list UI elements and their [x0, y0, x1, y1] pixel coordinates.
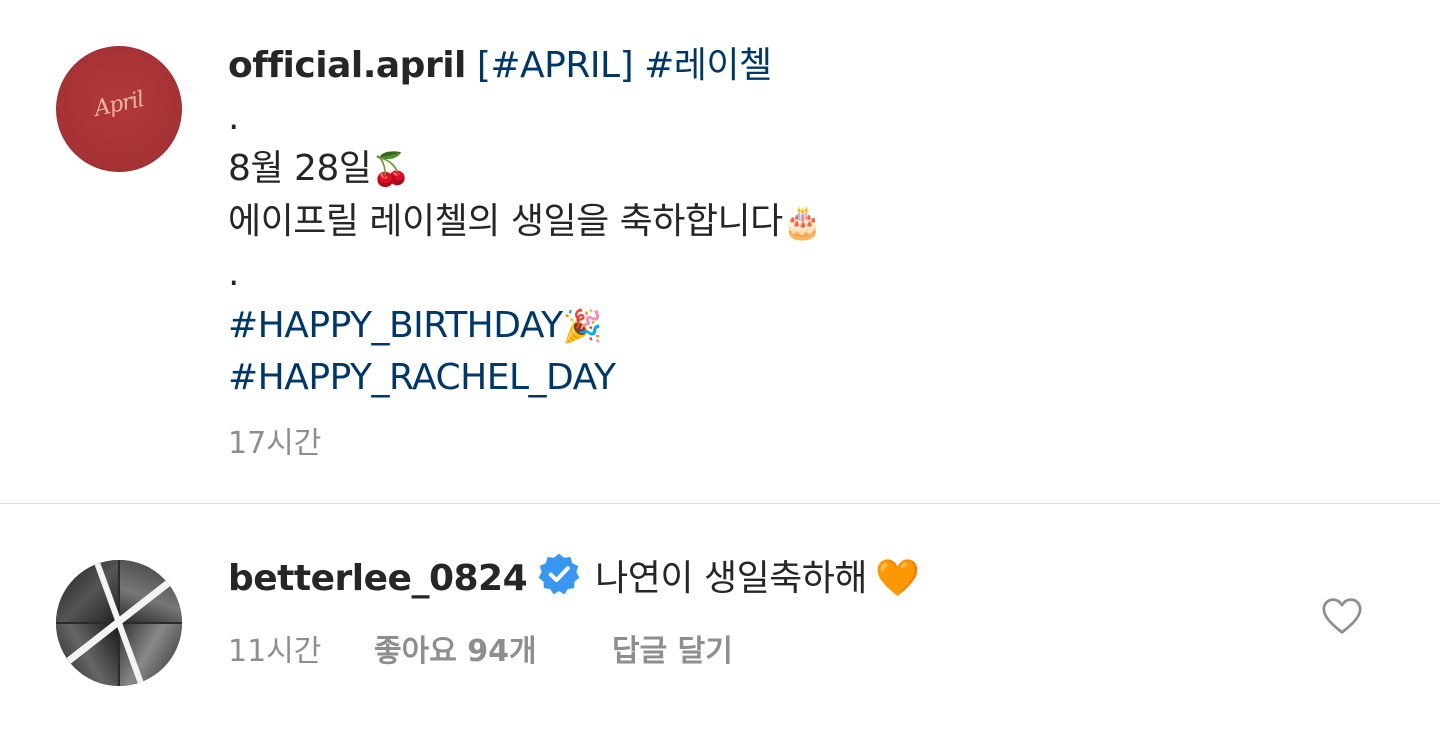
caption-date: 8월 28일 — [228, 148, 372, 189]
heart-outline-icon[interactable] — [1320, 596, 1364, 636]
hashtag-happy-rachel-day[interactable]: #HAPPY_RACHEL_DAY — [228, 357, 616, 398]
betterlee-avatar[interactable] — [56, 560, 182, 686]
comment-username[interactable]: betterlee_0824 — [228, 558, 528, 599]
comment-body: betterlee_0824 나연이 생일축하해 🧡 — [228, 552, 920, 605]
post-timestamp: 17시간 — [228, 426, 322, 461]
official-april-avatar[interactable]: April — [56, 46, 182, 172]
hashtag-april[interactable]: [#APRIL] — [477, 45, 634, 86]
cake-icon: 🎂 — [782, 202, 823, 241]
reply-button[interactable]: 답글 달기 — [612, 626, 733, 670]
caption-dot-1: . — [228, 96, 239, 138]
comment-timestamp: 11시간 — [228, 634, 322, 669]
comment-likes[interactable]: 좋아요 94개 — [374, 626, 612, 670]
caption-message: 에이프릴 레이첼의 생일을 축하합니다 — [228, 200, 783, 242]
cherry-icon: 🍒 — [371, 150, 411, 188]
post-caption: April official.april [#APRIL] #레이첼 . 8월 … — [0, 0, 1440, 503]
comment-item: betterlee_0824 나연이 생일축하해 🧡 11시간 좋아요 94개 답글 … — [0, 504, 1440, 732]
caption-text: official.april [#APRIL] #레이첼 . 8월 28일🍒 에… — [228, 40, 1328, 404]
april-logo: April — [92, 87, 146, 122]
verified-badge-icon — [538, 553, 580, 595]
hashtag-rachel[interactable]: #레이첼 — [644, 45, 772, 86]
orange-heart-icon: 🧡 — [875, 558, 920, 599]
post-username[interactable]: official.april — [228, 45, 466, 86]
comment-meta: 11시간 좋아요 94개 답글 달기 — [228, 626, 733, 670]
party-popper-icon: 🎉 — [562, 306, 603, 345]
comment-message: 나연이 생일축하해 — [595, 558, 868, 599]
caption-dot-2: . — [228, 253, 239, 294]
hashtag-happy-birthday[interactable]: #HAPPY_BIRTHDAY — [228, 305, 563, 346]
